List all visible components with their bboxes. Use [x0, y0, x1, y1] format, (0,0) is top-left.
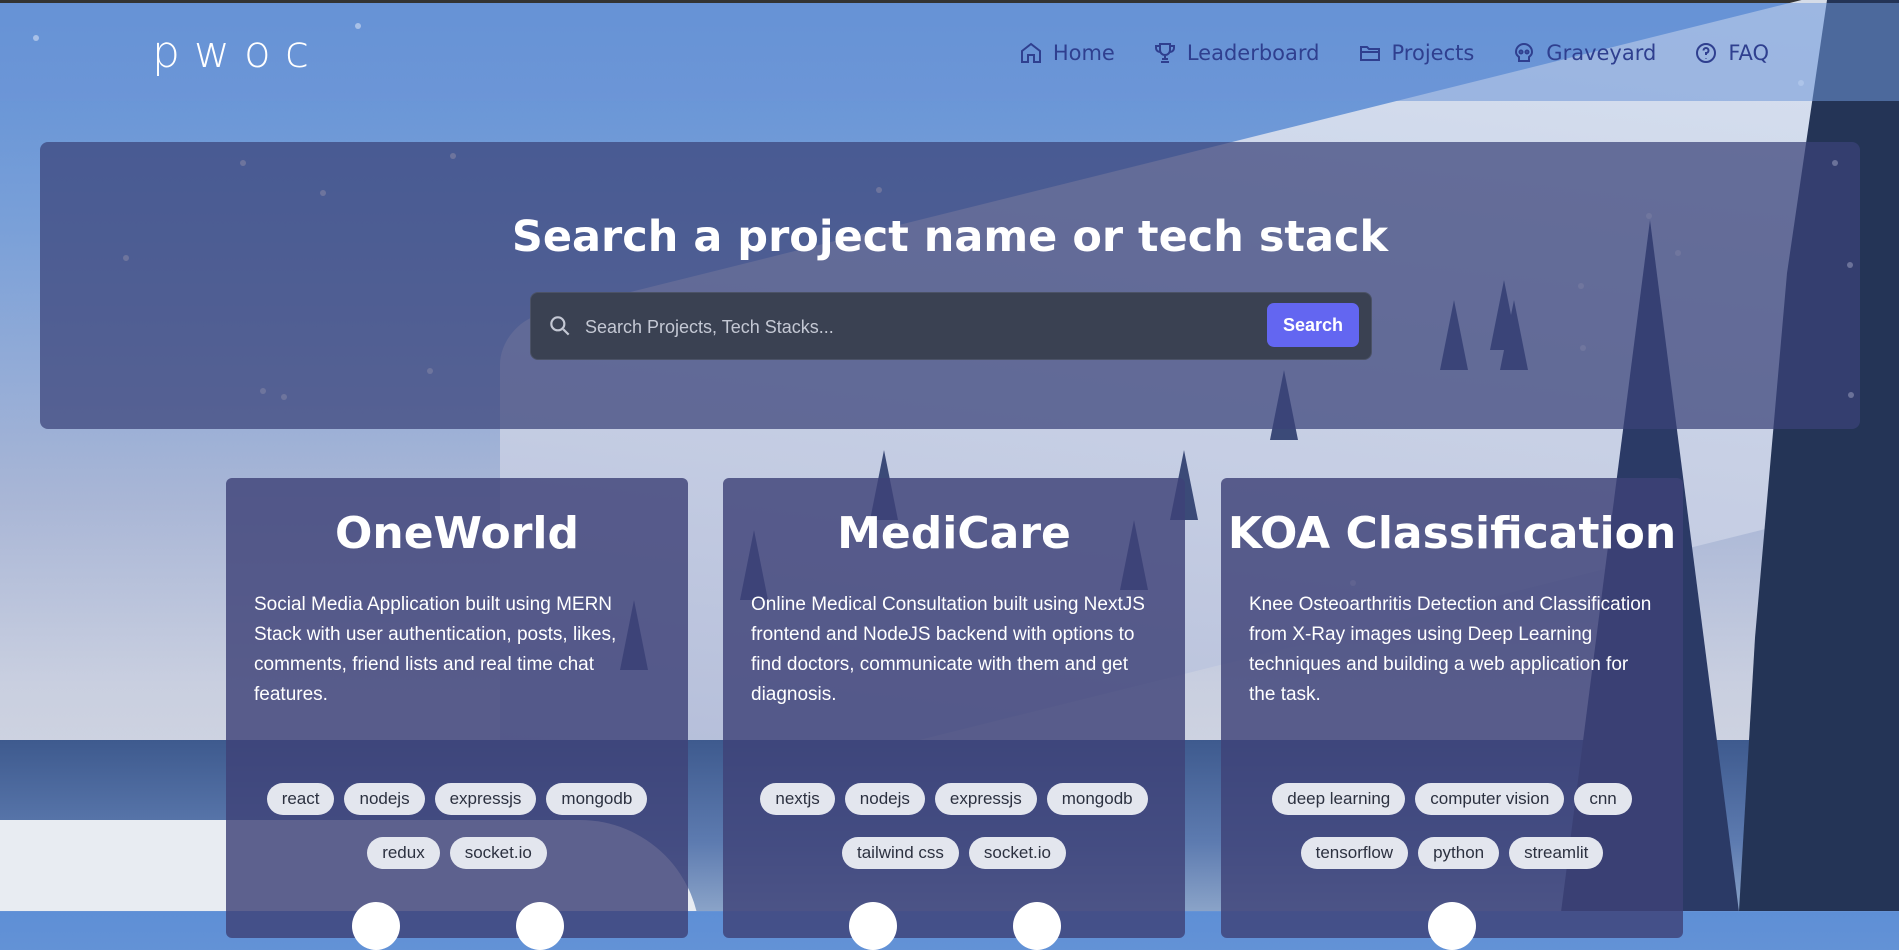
search-input[interactable]: [583, 307, 1267, 347]
project-description: Knee Osteoarthritis Detection and Classi…: [1249, 594, 1652, 705]
main-nav: Home Leaderboard Projects Graveyard FAQ: [1019, 41, 1769, 65]
project-description: Social Media Application built using MER…: [254, 594, 617, 705]
skull-icon: [1515, 42, 1534, 62]
tech-tag[interactable]: redux: [367, 837, 440, 869]
tech-tag[interactable]: expressjs: [934, 783, 1037, 815]
search-button[interactable]: Search: [1267, 303, 1359, 347]
tech-tag[interactable]: streamlit: [1509, 837, 1604, 869]
nav-item-label: Home: [1052, 41, 1115, 65]
project-link-button[interactable]: [352, 902, 400, 950]
project-title: OneWorld: [334, 508, 580, 559]
tech-tag[interactable]: nodejs: [844, 783, 925, 815]
project-link-button[interactable]: [1013, 902, 1061, 950]
folder-icon: [1359, 46, 1380, 61]
tech-tag[interactable]: nextjs: [760, 783, 835, 815]
tech-tag[interactable]: deep learning: [1272, 783, 1406, 815]
tech-tag[interactable]: nodejs: [344, 783, 425, 815]
tech-tag[interactable]: socket.io: [968, 837, 1066, 869]
project-card[interactable]: KOA Classification Knee Osteoarthritis D…: [1221, 478, 1683, 950]
search-heading: Search a project name or tech stack: [511, 212, 1389, 262]
project-card[interactable]: OneWorld Social Media Application built …: [226, 478, 688, 950]
nav-item-graveyard[interactable]: Graveyard: [1512, 41, 1656, 65]
tech-tag[interactable]: computer vision: [1415, 783, 1565, 815]
tech-tag[interactable]: cnn: [1574, 783, 1632, 815]
nav-item-label: Graveyard: [1546, 41, 1657, 65]
search-icon: [550, 316, 570, 336]
tech-tag[interactable]: expressjs: [434, 783, 537, 815]
tech-tag[interactable]: mongodb: [546, 783, 648, 815]
tech-tags: deep learning computer vision cnn tensor…: [1241, 783, 1663, 869]
tech-tag[interactable]: tensorflow: [1300, 837, 1409, 869]
nav-item-faq[interactable]: FAQ: [1694, 41, 1769, 65]
project-title: KOA Classification: [1227, 508, 1677, 559]
tech-tags: nextjs nodejs expressjs mongodb tailwind…: [743, 783, 1165, 869]
home-icon: [1020, 42, 1041, 63]
question-circle-icon: [1696, 43, 1717, 63]
nav-item-projects[interactable]: Projects: [1358, 41, 1475, 65]
site-logo[interactable]: pwoc: [152, 27, 323, 78]
project-title: MediCare: [837, 508, 1071, 559]
project-description: Online Medical Consultation built using …: [751, 594, 1145, 705]
search-panel: Search a project name or tech stack Sear…: [40, 142, 1860, 429]
project-card[interactable]: MediCare Online Medical Consultation bui…: [723, 478, 1185, 950]
project-link-button[interactable]: [1428, 902, 1476, 950]
tech-tag[interactable]: socket.io: [449, 837, 547, 869]
trophy-icon: [1154, 43, 1175, 63]
project-link-button[interactable]: [849, 902, 897, 950]
tech-tag[interactable]: tailwind css: [841, 837, 959, 869]
tech-tag[interactable]: python: [1418, 837, 1500, 869]
project-link-button[interactable]: [516, 902, 564, 950]
nav-item-label: Leaderboard: [1186, 41, 1320, 65]
search-bar: Search: [530, 292, 1372, 360]
nav-item-leaderboard[interactable]: Leaderboard: [1153, 41, 1320, 65]
tech-tag[interactable]: mongodb: [1046, 783, 1148, 815]
nav-item-label: Projects: [1391, 41, 1475, 65]
nav-item-label: FAQ: [1728, 41, 1769, 65]
nav-item-home[interactable]: Home: [1019, 41, 1115, 65]
navbar: pwoc Home Leaderboard Projects Graveyard…: [0, 3, 1899, 101]
tech-tags: react nodejs expressjs mongodb redux soc…: [246, 783, 668, 869]
tech-tag[interactable]: react: [266, 783, 335, 815]
